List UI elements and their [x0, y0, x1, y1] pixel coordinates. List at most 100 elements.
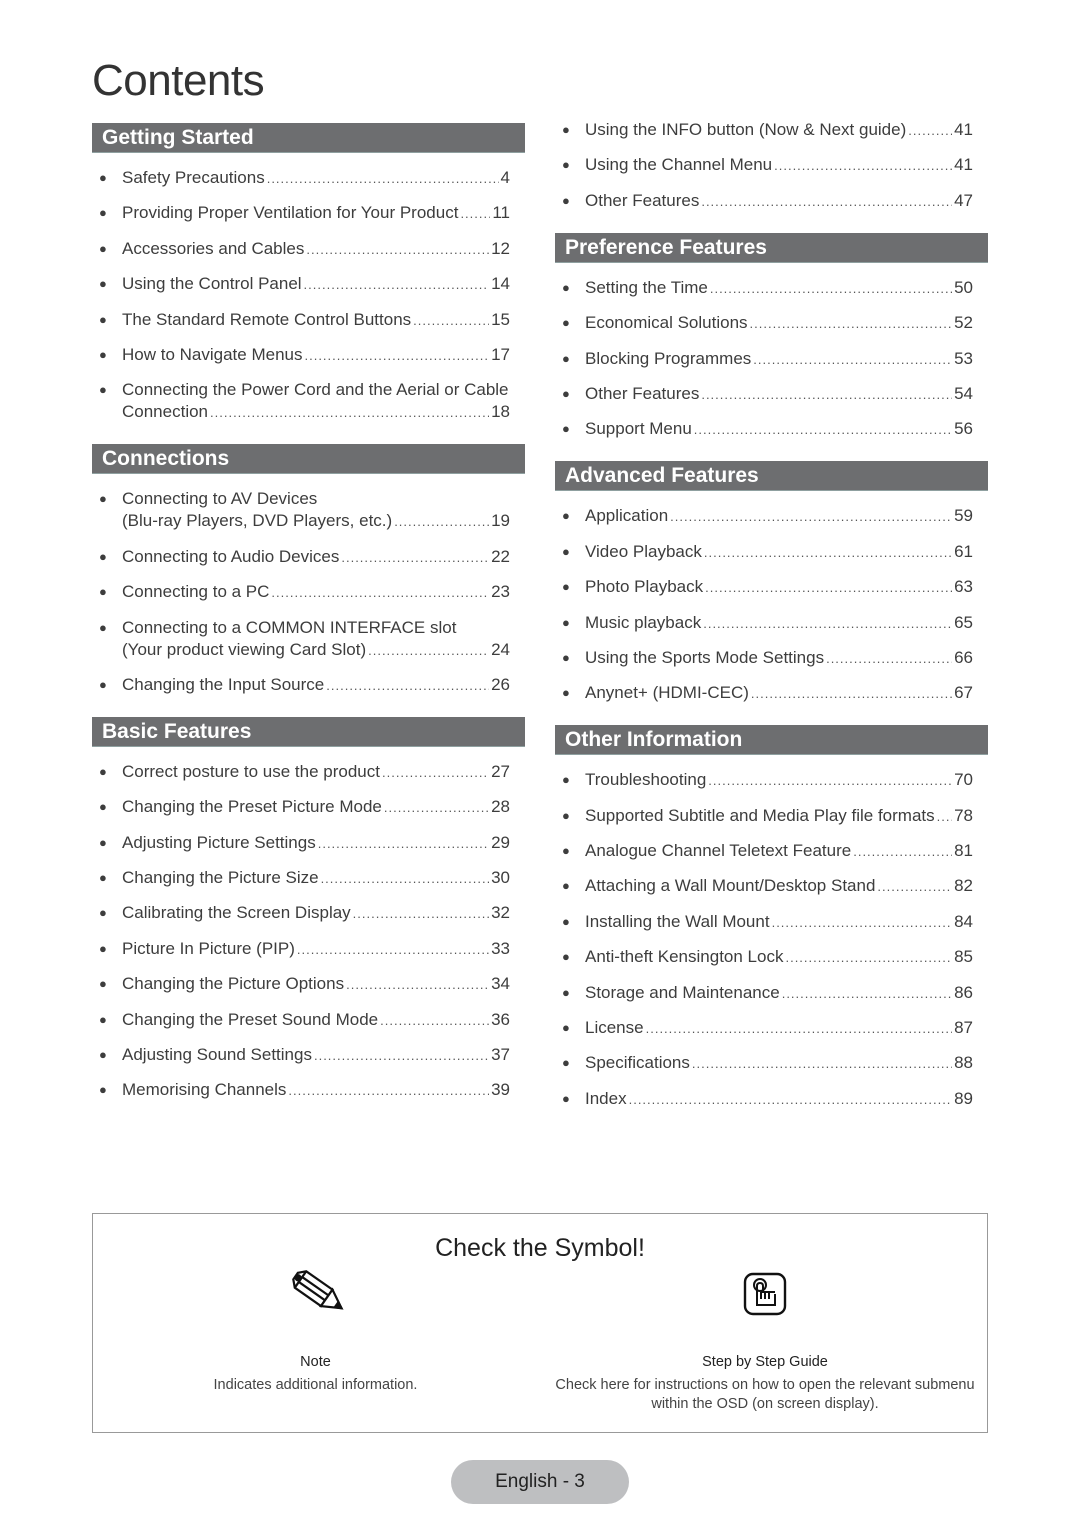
toc-entry[interactable]: ● Adjusting Sound Settings 37: [92, 1044, 510, 1067]
toc-entry[interactable]: ● Picture In Picture (PIP) 33: [92, 938, 510, 961]
toc-entry[interactable]: ● Other Features 47: [555, 190, 973, 213]
toc-entry[interactable]: ● Economical Solutions 52: [555, 312, 973, 335]
toc-entry-label: Changing the Input Source: [122, 674, 325, 694]
toc-entry[interactable]: ● Using the INFO button (Now & Next guide…: [555, 119, 973, 142]
toc-entry[interactable]: ● Application 59: [555, 505, 973, 528]
toc-entry[interactable]: ● Changing the Picture Options 34: [92, 973, 510, 996]
toc-entry[interactable]: ● Changing the Input Source 26: [92, 674, 510, 697]
toc-entry[interactable]: ● Troubleshooting 70: [555, 769, 973, 792]
toc-entry-page: 27: [491, 761, 510, 781]
bullet-icon: ●: [99, 491, 107, 507]
toc-entry-page: 54: [954, 383, 973, 403]
toc-entry-line: Accessories and Cables 12: [122, 238, 510, 261]
toc-entry-line: Changing the Preset Sound Mode 36: [122, 1009, 510, 1032]
toc-entry-line: Connection 18: [122, 401, 510, 424]
toc-entry-label: Using the Control Panel: [122, 274, 302, 294]
toc-entry[interactable]: ● Music playback 65: [555, 612, 973, 635]
toc-entry[interactable]: ● Other Features 54: [555, 383, 973, 406]
dot-leader: [271, 582, 489, 604]
bullet-icon: ●: [99, 763, 107, 779]
toc-entry-line: Other Features 54: [585, 383, 973, 406]
toc-entry[interactable]: ● Safety Precautions 4: [92, 167, 510, 190]
toc-entry[interactable]: ● Anti-theft Kensington Lock 85: [555, 946, 973, 969]
toc-entry[interactable]: ● Index 89: [555, 1088, 973, 1111]
bullet-icon: ●: [562, 1020, 570, 1036]
dot-leader: [304, 274, 490, 296]
toc-entry-label: Using the Sports Mode Settings: [585, 647, 825, 667]
toc-entry[interactable]: ● Connecting to a COMMON INTERFACE slot (Y…: [92, 617, 510, 662]
toc-entry[interactable]: ● Using the Channel Menu 41: [555, 154, 973, 177]
toc-entry[interactable]: ● Analogue Channel Teletext Feature 81: [555, 840, 973, 863]
toc-entry-page: 84: [954, 911, 973, 931]
toc-entry-page: 63: [954, 577, 973, 597]
dot-leader: [853, 841, 952, 863]
toc-entry[interactable]: ● Anynet+ (HDMI-CEC) 67: [555, 682, 973, 705]
toc-entry[interactable]: ● Changing the Picture Size 30: [92, 867, 510, 890]
toc-entry[interactable]: ● Adjusting Picture Settings 29: [92, 832, 510, 855]
toc-entry-line: Application 59: [585, 505, 973, 528]
section-header: Connections: [92, 444, 525, 475]
bullet-icon: ●: [99, 382, 107, 398]
toc-entry[interactable]: ● Connecting to Audio Devices 22: [92, 546, 510, 569]
toc-entry[interactable]: ● Providing Proper Ventilation for Your P…: [92, 202, 510, 225]
toc-entry[interactable]: ● Attaching a Wall Mount/Desktop Stand 82: [555, 875, 973, 898]
toc-entry[interactable]: ● Using the Sports Mode Settings 66: [555, 647, 973, 670]
toc-entry[interactable]: ● Connecting the Power Cord and the Aeria…: [92, 379, 510, 424]
toc-entry[interactable]: ● Changing the Preset Sound Mode 36: [92, 1009, 510, 1032]
toc-entry[interactable]: ● Blocking Programmes 53: [555, 348, 973, 371]
toc-entry-page: 81: [954, 841, 973, 861]
toc-entry-line: Changing the Picture Options 34: [122, 973, 510, 996]
toc-entry-line: Using the INFO button (Now & Next guide)…: [585, 119, 973, 142]
toc-entry[interactable]: ● Installing the Wall Mount 84: [555, 911, 973, 934]
toc-entry-line: Attaching a Wall Mount/Desktop Stand 82: [585, 875, 973, 898]
bullet-icon: ●: [99, 940, 107, 956]
toc-entry[interactable]: ● The Standard Remote Control Buttons 15: [92, 309, 510, 332]
toc-entry-label: License: [585, 1018, 644, 1038]
toc-list: ● Troubleshooting 70 ● Supported Subtitle an…: [555, 755, 988, 1111]
toc-entry[interactable]: ● Connecting to a PC 23: [92, 581, 510, 604]
toc-entry[interactable]: ● Supported Subtitle and Media Play file …: [555, 805, 973, 828]
toc-entry-line: Photo Playback 63: [585, 576, 973, 599]
toc-entry-label: Changing the Picture Options: [122, 974, 345, 994]
toc-entry[interactable]: ● Accessories and Cables 12: [92, 238, 510, 261]
toc-entry-line: Changing the Input Source 26: [122, 674, 510, 697]
toc-entry[interactable]: ● Support Menu 56: [555, 418, 973, 441]
dot-leader: [380, 1010, 489, 1032]
toc-entry-label: (Blu-ray Players, DVD Players, etc.): [122, 511, 393, 531]
dot-leader: [772, 912, 953, 934]
toc-entry-label: Storage and Maintenance: [585, 982, 780, 1002]
toc-entry-page: 67: [954, 683, 973, 703]
toc-entry[interactable]: ● Photo Playback 63: [555, 576, 973, 599]
toc-entry-line: Installing the Wall Mount 84: [585, 911, 973, 934]
toc-list: ● Using the INFO button (Now & Next guide…: [555, 119, 988, 213]
toc-entry-page: 28: [491, 797, 510, 817]
toc-entry[interactable]: ● Specifications 88: [555, 1052, 973, 1075]
toc-entry-page: 24: [491, 639, 510, 659]
toc-entry[interactable]: ● Video Playback 61: [555, 541, 973, 564]
toc-entry-page: 30: [491, 868, 510, 888]
toc-entry-page: 29: [491, 832, 510, 852]
dot-leader: [413, 310, 489, 332]
toc-entry-label: Providing Proper Ventilation for Your Pr…: [122, 203, 459, 223]
toc-list: ● Correct posture to use the product 27 ● Ch…: [92, 747, 525, 1103]
toc-entry[interactable]: ● License 87: [555, 1017, 973, 1040]
toc-entry-label-line1: Connecting to a COMMON INTERFACE slot: [122, 617, 457, 637]
toc-entry[interactable]: ● Changing the Preset Picture Mode 28: [92, 796, 510, 819]
dot-leader: [321, 868, 490, 890]
toc-entry-page: 34: [491, 974, 510, 994]
toc-entry[interactable]: ● How to Navigate Menus 17: [92, 344, 510, 367]
toc-entry[interactable]: ● Correct posture to use the product 27: [92, 761, 510, 784]
toc-entry[interactable]: ● Storage and Maintenance 86: [555, 982, 973, 1005]
toc-entry[interactable]: ● Connecting to AV Devices (Blu-ray Player…: [92, 488, 510, 533]
toc-entry-page: 11: [492, 203, 510, 223]
toc-entry[interactable]: ● Using the Control Panel 14: [92, 273, 510, 296]
dot-leader: [210, 402, 489, 424]
toc-entry-page: 36: [491, 1009, 510, 1029]
toc-entry-label: Changing the Picture Size: [122, 868, 319, 888]
toc-entry[interactable]: ● Memorising Channels 39: [92, 1079, 510, 1102]
toc-entry-page: 66: [954, 647, 973, 667]
toc-entry-line: Anynet+ (HDMI-CEC) 67: [585, 682, 973, 705]
toc-entry[interactable]: ● Setting the Time 50: [555, 277, 973, 300]
toc-entry-page: 47: [954, 190, 973, 210]
toc-entry[interactable]: ● Calibrating the Screen Display 32: [92, 902, 510, 925]
